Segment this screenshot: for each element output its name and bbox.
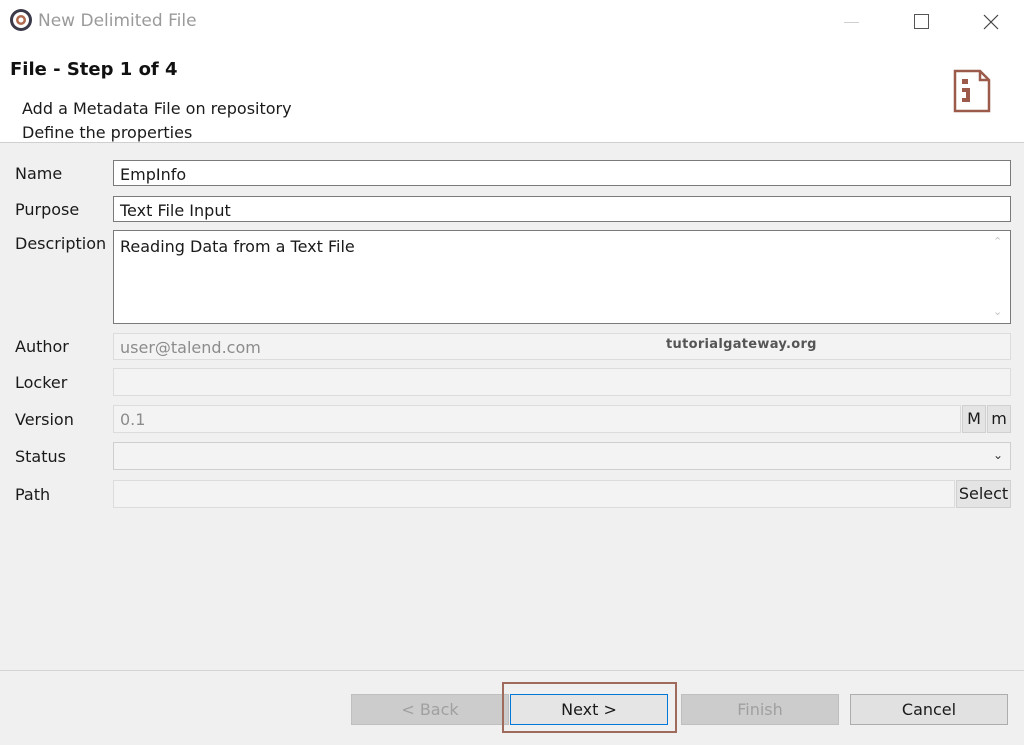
back-button[interactable]: < Back	[351, 694, 509, 725]
chevron-down-icon[interactable]: ⌄	[988, 445, 1008, 465]
name-input[interactable]: EmpInfo	[113, 160, 1011, 186]
title-bar: New Delimited File	[0, 0, 1024, 44]
close-button[interactable]	[968, 6, 1014, 38]
description-text: Reading Data from a Text File	[120, 237, 355, 256]
version-label: Version	[15, 410, 74, 429]
cancel-button[interactable]: Cancel	[850, 694, 1008, 725]
scroll-down-icon[interactable]: ⌄	[993, 305, 1002, 318]
purpose-label: Purpose	[15, 200, 80, 219]
select-path-button[interactable]: Select	[956, 480, 1011, 508]
footer-separator	[0, 670, 1024, 671]
finish-button[interactable]: Finish	[681, 694, 839, 725]
minimize-button[interactable]	[828, 6, 874, 38]
talend-app-icon	[10, 9, 32, 31]
version-input: 0.1	[113, 405, 961, 433]
maximize-button[interactable]	[898, 6, 944, 38]
path-label: Path	[15, 485, 51, 504]
status-label: Status	[15, 447, 66, 466]
major-version-button[interactable]: M	[962, 405, 986, 433]
name-label: Name	[15, 164, 63, 183]
path-input	[113, 480, 955, 508]
step-title: File - Step 1 of 4	[10, 59, 178, 80]
description-scrollbar[interactable]: ⌃ ⌄	[988, 231, 1010, 323]
wizard-header: File - Step 1 of 4 Add a Metadata File o…	[0, 44, 1024, 143]
header-description-line2: Define the properties	[22, 123, 193, 142]
locker-label: Locker	[15, 373, 68, 392]
minor-version-button[interactable]: m	[987, 405, 1011, 433]
author-label: Author	[15, 337, 69, 356]
description-textarea[interactable]: Reading Data from a Text File ⌃ ⌄	[113, 230, 1011, 324]
description-label: Description	[15, 234, 107, 253]
purpose-input[interactable]: Text File Input	[113, 196, 1011, 222]
close-icon	[983, 14, 999, 30]
locker-input	[113, 368, 1011, 396]
window-title: New Delimited File	[38, 11, 197, 31]
status-select[interactable]	[113, 442, 1011, 470]
header-description-line1: Add a Metadata File on repository	[22, 99, 292, 118]
author-input: user@talend.com	[113, 333, 1011, 360]
watermark: tutorialgateway.org	[666, 337, 817, 352]
file-info-icon	[953, 69, 991, 113]
next-button[interactable]: Next >	[510, 694, 668, 725]
scroll-up-icon[interactable]: ⌃	[993, 235, 1002, 248]
